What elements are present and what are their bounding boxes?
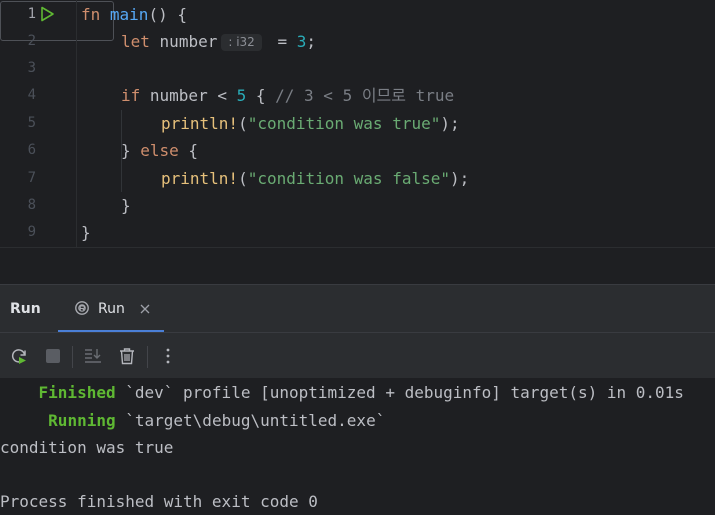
rust-icon [75,301,89,315]
code-punct: () { [148,5,187,24]
status-finished: Finished [38,383,116,402]
code-line-5: println!("condition was true"); [161,110,460,137]
line-number: 6 [27,142,36,158]
console-text: `target\debug\untitled.exe` [115,411,386,430]
code-line-6: } else { [121,137,198,164]
close-icon[interactable] [139,303,151,315]
code-operator: = [267,32,297,51]
macro-call: println! [161,169,239,188]
function-name: main [109,5,149,24]
code-punct: { [178,141,199,160]
macro-call: println! [161,114,239,133]
line-number: 1 [27,6,36,22]
code-line-2: let number: i32 = 3; [121,28,316,55]
line-number: 4 [27,87,36,103]
toolbar-separator [72,346,73,368]
editor-gutter: 1 2 3 4 5 6 7 8 9 [0,0,114,247]
stop-icon[interactable] [44,347,62,365]
string-literal: "condition was true" [247,114,441,133]
line-number: 9 [27,224,36,240]
code-punct: ); [450,169,470,188]
tab-run-label: Run [98,301,125,317]
keyword-fn: fn [81,5,101,24]
code-line-4: if number < 5 { // 3 < 5 이므로 true [121,82,454,109]
status-running: Running [48,411,116,430]
rerun-icon[interactable] [10,347,28,365]
console-line-finished: Finished `dev` profile [unoptimized + de… [0,379,684,406]
gutter-divider [76,0,77,247]
run-toolwindow-header: Run Run [0,284,715,333]
more-options-icon[interactable] [159,347,177,365]
keyword-else: else [140,141,179,160]
console-text: `dev` profile [unoptimized + debuginfo] … [115,383,684,402]
line-number: 3 [27,60,36,76]
code-punct: { [246,86,276,105]
code-line-7: println!("condition was false"); [161,165,469,192]
code-punct: ( [238,169,248,188]
tab-run[interactable]: Run [58,285,164,333]
line-number: 8 [27,197,36,213]
code-comment: // 3 < 5 이므로 true [275,86,455,105]
scroll-to-end-icon[interactable] [84,347,102,365]
editor-empty-area [0,248,715,283]
keyword-if: if [121,86,141,105]
type-inlay-hint: : i32 [221,34,262,51]
run-toolbar [0,332,715,379]
code-condition: number < [140,86,237,105]
run-gutter-icon[interactable] [39,6,55,22]
code-punct: } [121,141,141,160]
code-editor[interactable]: 1 2 3 4 5 6 7 8 9 fn main() { let number… [0,0,715,247]
string-literal: "condition was false" [247,169,450,188]
toolwindow-title: Run [10,301,41,317]
variable-name: number [159,32,218,51]
line-number: 5 [27,115,36,131]
code-punct: ( [238,114,248,133]
number-literal: 3 [296,32,307,51]
number-literal: 5 [236,86,247,105]
line-number: 2 [27,33,36,49]
code-punct: ; [306,32,316,51]
code-line-1: fn main() { [81,1,187,28]
toolbar-separator [147,346,148,368]
run-console[interactable]: Finished `dev` profile [unoptimized + de… [0,378,715,511]
line-number: 7 [27,170,36,186]
code-line-9: } [81,223,91,242]
console-line-running: Running `target\debug\untitled.exe` [0,407,385,434]
code-line-8: } [121,196,131,215]
keyword-let: let [121,32,150,51]
console-output: condition was true [0,438,174,457]
code-punct: ); [440,114,460,133]
clear-icon[interactable] [118,347,136,365]
